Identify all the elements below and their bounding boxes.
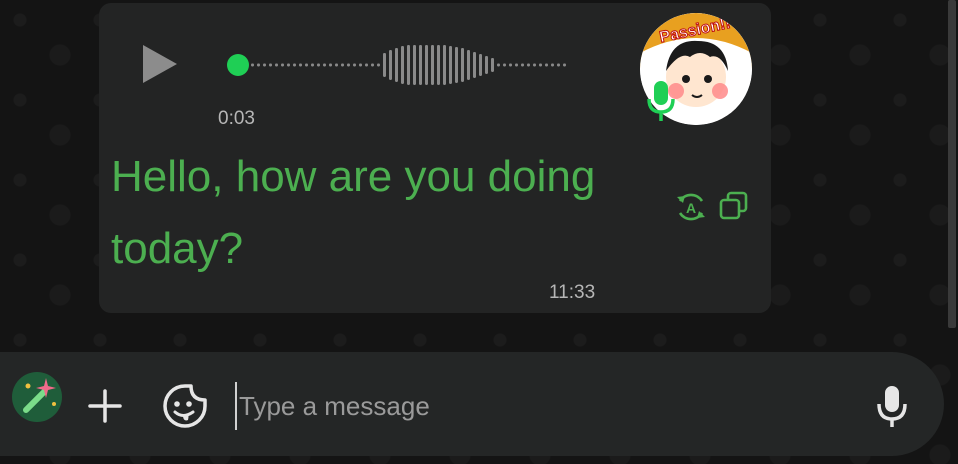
scrollbar[interactable] (948, 0, 956, 328)
plus-icon[interactable] (84, 385, 126, 427)
waveform[interactable] (227, 43, 587, 87)
playback-knob (227, 54, 249, 76)
ai-button[interactable] (12, 372, 62, 422)
svg-text:A: A (686, 200, 696, 216)
message-time: 11:33 (549, 282, 596, 303)
play-icon[interactable] (139, 42, 179, 86)
voice-message-bubble: 0:03 Passion!! Hello, how are you doing … (99, 3, 771, 313)
voice-duration: 0:03 (218, 108, 255, 129)
message-composer (0, 352, 944, 456)
transcript-text: Hello, how are you doing today? (111, 152, 596, 273)
copy-icon[interactable] (716, 189, 752, 225)
microphone-icon[interactable] (872, 382, 912, 430)
translate-icon[interactable]: A (673, 189, 709, 225)
magic-wand-icon (23, 378, 56, 413)
sticker-icon[interactable] (161, 382, 209, 430)
message-input[interactable] (235, 382, 835, 430)
microphone-icon (647, 81, 675, 121)
